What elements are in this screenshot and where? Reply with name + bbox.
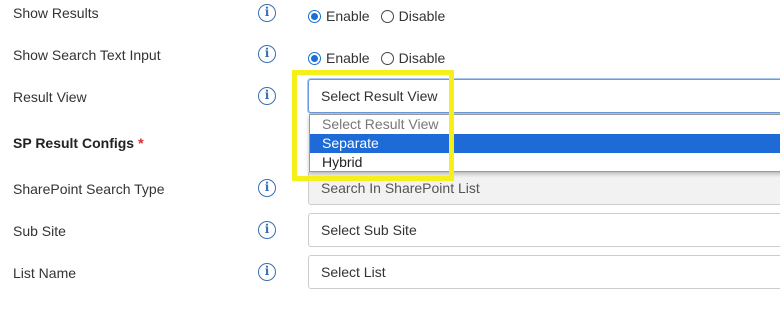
list-name-label: List Name <box>13 265 77 281</box>
sp-result-configs-heading: SP Result Configs * <box>13 135 144 151</box>
annotation-highlight-box <box>292 70 454 181</box>
show-search-text-input-enable-option[interactable]: Enable <box>308 50 370 66</box>
show-results-disable-option[interactable]: Disable <box>380 8 446 24</box>
required-marker: * <box>138 135 144 151</box>
show-results-radio-group: Enable Disable <box>308 8 456 24</box>
radio-selected-icon[interactable] <box>308 9 321 23</box>
show-search-text-input-label: Show Search Text Input <box>13 47 161 63</box>
radio-label: Disable <box>398 8 446 24</box>
info-icon[interactable]: i <box>258 179 276 197</box>
radio-label: Enable <box>326 8 370 24</box>
result-view-label: Result View <box>13 89 87 105</box>
show-results-enable-option[interactable]: Enable <box>308 8 370 24</box>
show-search-text-input-radio-group: Enable Disable <box>308 50 456 66</box>
list-name-select[interactable]: Select List <box>308 255 780 289</box>
info-icon[interactable]: i <box>258 221 276 239</box>
sub-site-label: Sub Site <box>13 223 66 239</box>
radio-selected-icon[interactable] <box>308 51 321 65</box>
radio-label: Enable <box>326 50 370 66</box>
radio-unselected-icon[interactable] <box>380 9 394 23</box>
sub-site-select[interactable]: Select Sub Site <box>308 213 780 247</box>
radio-label: Disable <box>398 50 446 66</box>
show-search-text-input-disable-option[interactable]: Disable <box>380 50 446 66</box>
sharepoint-search-type-label: SharePoint Search Type <box>13 181 165 197</box>
info-icon[interactable]: i <box>258 45 276 63</box>
info-icon[interactable]: i <box>258 4 276 22</box>
section-title: SP Result Configs <box>13 135 135 151</box>
radio-unselected-icon[interactable] <box>380 51 394 65</box>
show-results-label: Show Results <box>13 5 99 21</box>
info-icon[interactable]: i <box>258 87 276 105</box>
info-icon[interactable]: i <box>258 263 276 281</box>
